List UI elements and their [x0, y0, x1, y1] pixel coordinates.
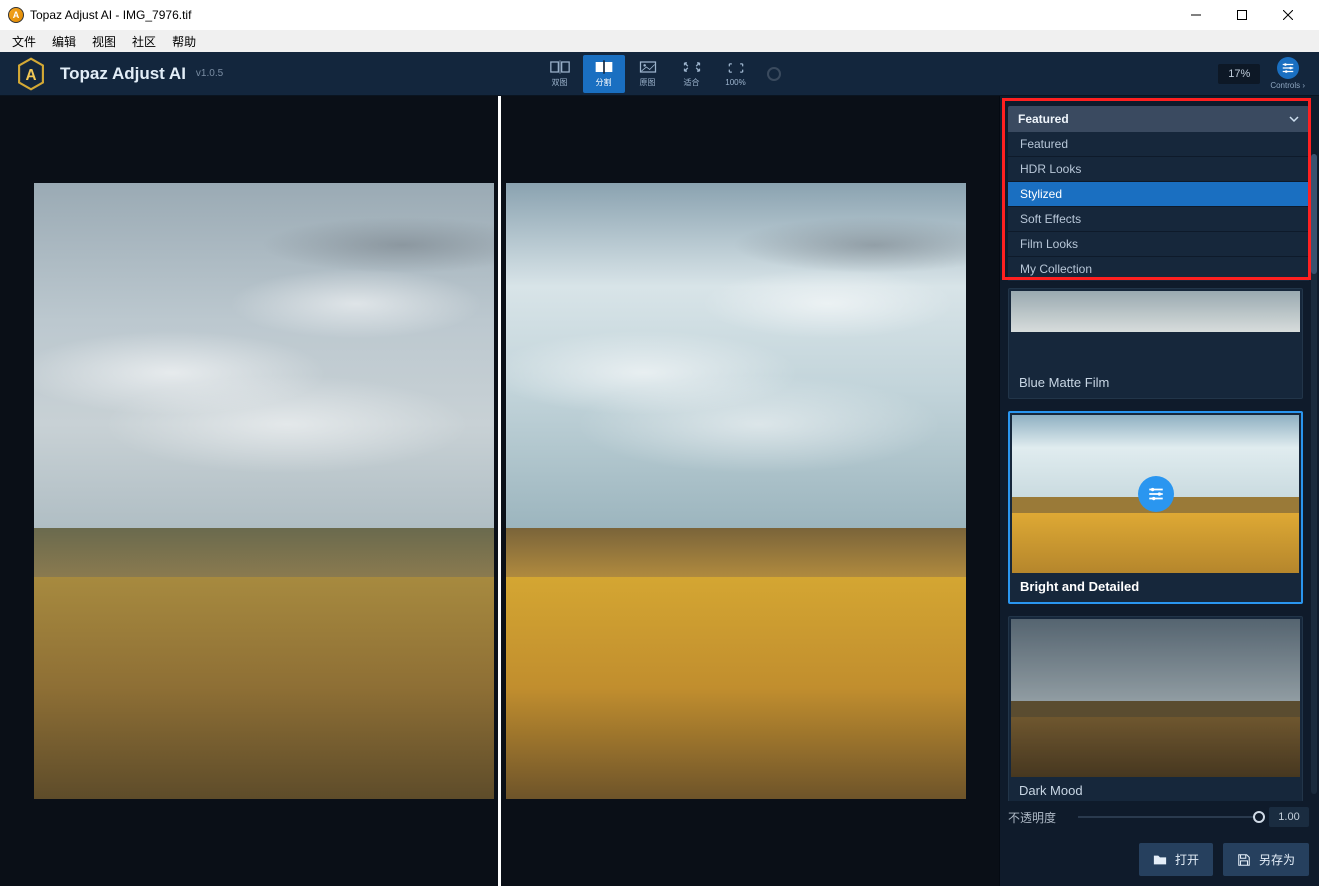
- preset-dark-mood[interactable]: Dark Mood: [1008, 616, 1303, 801]
- close-button[interactable]: [1265, 0, 1311, 30]
- dropdown-item-film-looks[interactable]: Film Looks: [1008, 232, 1309, 257]
- opacity-slider[interactable]: [1078, 816, 1259, 818]
- dropdown-item-soft-effects[interactable]: Soft Effects: [1008, 207, 1309, 232]
- slider-thumb[interactable]: [1253, 811, 1265, 823]
- split-container: [31, 96, 968, 886]
- opacity-label: 不透明度: [1008, 809, 1068, 826]
- dropdown-item-hdr-looks[interactable]: HDR Looks: [1008, 157, 1309, 182]
- maximize-button[interactable]: [1219, 0, 1265, 30]
- opacity-value[interactable]: 1.00: [1269, 807, 1309, 827]
- toolbar: A Topaz Adjust AI v1.0.5 双图 分割 原图 适合 100…: [0, 52, 1319, 96]
- preset-label: Dark Mood: [1011, 777, 1300, 801]
- controls-toggle-button[interactable]: Controls ›: [1270, 57, 1305, 90]
- scrollbar-thumb[interactable]: [1311, 154, 1317, 274]
- titlebar: A Topaz Adjust AI - IMG_7976.tif: [0, 0, 1319, 30]
- save-as-button[interactable]: 另存为: [1223, 843, 1309, 876]
- app-logo: A: [14, 57, 48, 91]
- menu-help[interactable]: 帮助: [164, 31, 204, 52]
- sliders-icon: [1277, 57, 1299, 79]
- app-version: v1.0.5: [196, 68, 223, 79]
- dropdown-item-my-collection[interactable]: My Collection: [1008, 257, 1309, 282]
- sidebar-scrollbar[interactable]: [1311, 154, 1317, 794]
- dropdown-item-stylized[interactable]: Stylized: [1008, 182, 1309, 207]
- toolbar-right: 17% Controls ›: [1218, 57, 1305, 90]
- footer-buttons: 打开 另存为: [1008, 837, 1309, 876]
- open-button[interactable]: 打开: [1139, 843, 1213, 876]
- app-title: Topaz Adjust AI: [60, 64, 186, 84]
- window-controls: [1173, 0, 1311, 30]
- split-view-button[interactable]: 分割: [583, 55, 625, 93]
- before-image: [31, 96, 496, 886]
- svg-text:A: A: [25, 66, 36, 83]
- preset-blue-matte-film[interactable]: Blue Matte Film: [1008, 288, 1303, 399]
- main-area: Featured Featured HDR Looks Stylized Sof…: [0, 96, 1319, 886]
- split-divider[interactable]: [498, 96, 501, 886]
- preset-category-select[interactable]: Featured: [1008, 106, 1309, 132]
- zoom-level[interactable]: 17%: [1218, 64, 1260, 84]
- hundred-percent-button[interactable]: 100%: [715, 55, 757, 93]
- app-icon: A: [8, 7, 24, 23]
- menu-edit[interactable]: 编辑: [44, 31, 84, 52]
- preset-label: Blue Matte Film: [1011, 369, 1300, 396]
- view-mode-tools: 双图 分割 原图 适合 100%: [539, 55, 781, 93]
- menu-file[interactable]: 文件: [4, 31, 44, 52]
- processing-indicator: [767, 67, 781, 81]
- fit-view-button[interactable]: 适合: [671, 55, 713, 93]
- after-image: [503, 96, 968, 886]
- preset-category-menu: Featured HDR Looks Stylized Soft Effects…: [1008, 132, 1309, 282]
- minimize-button[interactable]: [1173, 0, 1219, 30]
- menu-view[interactable]: 视图: [84, 31, 124, 52]
- chevron-down-icon: [1289, 114, 1299, 124]
- preset-bright-and-detailed[interactable]: Bright and Detailed: [1008, 411, 1303, 604]
- image-viewport[interactable]: [0, 96, 999, 886]
- original-view-button[interactable]: 原图: [627, 55, 669, 93]
- window-title: Topaz Adjust AI - IMG_7976.tif: [30, 8, 191, 22]
- presets-list[interactable]: Blue Matte Film Bright and Detailed Dark…: [1008, 288, 1309, 801]
- opacity-control: 不透明度 1.00: [1008, 801, 1309, 837]
- dropdown-selected-label: Featured: [1018, 112, 1069, 126]
- adjust-icon[interactable]: [1138, 476, 1174, 512]
- sidebar: Featured Featured HDR Looks Stylized Sof…: [999, 96, 1319, 886]
- menubar: 文件 编辑 视图 社区 帮助: [0, 30, 1319, 52]
- menu-community[interactable]: 社区: [124, 31, 164, 52]
- dual-view-button[interactable]: 双图: [539, 55, 581, 93]
- preset-label: Bright and Detailed: [1012, 573, 1299, 600]
- folder-icon: [1153, 853, 1167, 867]
- dropdown-item-featured[interactable]: Featured: [1008, 132, 1309, 157]
- save-icon: [1237, 853, 1251, 867]
